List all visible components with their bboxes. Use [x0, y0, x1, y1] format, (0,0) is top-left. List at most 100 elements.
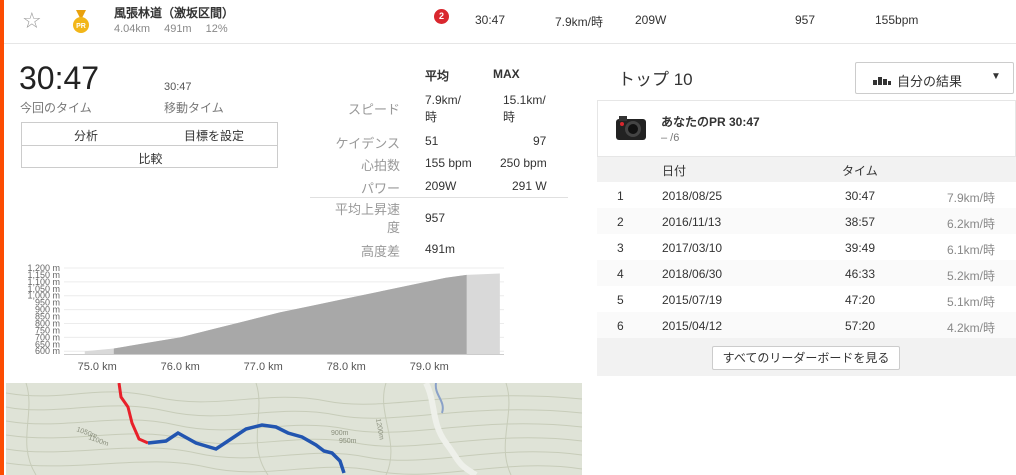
elev-diff-label: 高度差: [360, 244, 400, 259]
leaderboard-rank: 5: [617, 293, 624, 307]
x-tick-label: 75.0 km: [78, 361, 117, 373]
leaderboard-speed: 5.1km/時: [947, 295, 996, 309]
vam-label: 平均上昇速度: [334, 202, 400, 235]
leaderboard-rank: 4: [617, 267, 624, 281]
stats-divider: [310, 197, 568, 198]
leaderboard-date: 2016/11/13: [662, 215, 722, 229]
accent-bar: [0, 0, 4, 475]
leaderboard-row[interactable]: 6 2015/04/12 57:20 4.2km/時: [597, 312, 1016, 338]
y-tick-label-minor: 650 m: [35, 339, 60, 349]
speed-avg: 7.9km/時: [425, 93, 462, 124]
leaderboard-time: 39:49: [845, 241, 876, 255]
segment-elev-gain: 491m: [164, 23, 192, 35]
pr-medal-icon: PR: [73, 10, 89, 33]
x-tick-label: 79.0 km: [410, 361, 449, 373]
leaderboard-row[interactable]: 2 2016/11/13 38:57 6.2km/時: [597, 208, 1016, 234]
heartrate-avg: 155 bpm: [425, 156, 472, 170]
leaderboard-row[interactable]: 1 2018/08/25 30:47 7.9km/時: [597, 182, 1016, 208]
camera-avatar-icon: [616, 116, 646, 140]
power-avg: 209W: [425, 179, 457, 193]
elevation-area-segment: [113, 274, 467, 354]
segment-power: 209W: [635, 13, 667, 27]
leaderboard-time: 38:57: [845, 215, 876, 229]
cadence-avg: 51: [425, 134, 439, 148]
vam-avg: 957: [425, 211, 446, 225]
avg-header: 平均: [425, 69, 450, 83]
segment-meta: 4.04km 491m 12%: [114, 23, 242, 35]
compare-button[interactable]: 比較: [22, 150, 279, 167]
route-map[interactable]: 1050m 1100m 900m 950m 1200m: [6, 383, 582, 475]
x-tick-label: 76.0 km: [161, 361, 200, 373]
leaderboard-speed: 4.2km/時: [947, 321, 996, 335]
results-filter-label: 自分の結果: [897, 74, 963, 89]
y-tick-label-minor: 1,050 m: [27, 284, 60, 294]
chevron-down-icon: ▼: [991, 71, 1001, 82]
segment-heartrate: 155bpm: [875, 13, 919, 27]
action-button-grid: 分析 目標を設定 比較: [21, 122, 278, 168]
moving-label: 移動タイム: [164, 101, 224, 115]
power-label: パワー: [360, 181, 400, 196]
segment-name[interactable]: 風張林道（激坂区間）: [114, 4, 234, 21]
speed-max: 15.1km/時: [503, 93, 546, 124]
leaderboard-date: 2015/04/12: [662, 319, 723, 333]
contour-label-900: 900m: [331, 430, 349, 437]
leaderboard-date: 2017/03/10: [662, 241, 723, 255]
elevation-chart[interactable]: 1,200 m1,100 m1,000 m900 m800 m700 m600 …: [10, 262, 510, 380]
power-max: 291 W: [512, 179, 547, 193]
map-background: [6, 383, 582, 475]
pr-summary: あなたのPR 30:47 – /6: [597, 100, 1016, 157]
leaderboard-row[interactable]: 5 2015/07/19 47:20 5.1km/時: [597, 286, 1016, 312]
time-column-header: タイム: [842, 164, 878, 178]
star-icon[interactable]: ☆: [22, 8, 42, 34]
leaderboard-date: 2018/08/25: [662, 189, 723, 203]
y-tick-label-minor: 750 m: [35, 325, 60, 335]
leaderboard-time: 57:20: [845, 319, 876, 333]
set-goal-button[interactable]: 目標を設定: [150, 127, 278, 144]
y-tick-label-minor: 1,150 m: [27, 270, 60, 280]
leaderboard-rank: 6: [617, 319, 624, 333]
leaderboard-date: 2018/06/30: [662, 267, 723, 281]
leaderboard-time: 47:20: [845, 293, 876, 307]
leaderboard-time: 30:47: [845, 189, 876, 203]
rank-badge: 2: [434, 9, 449, 24]
bar-chart-icon: [873, 77, 891, 85]
cadence-label: ケイデンス: [335, 136, 400, 151]
see-all-leaderboards-button[interactable]: すべてのリーダーボードを見る: [712, 346, 900, 370]
speed-label: スピード: [347, 102, 400, 117]
elapsed-label: 今回のタイム: [20, 101, 92, 115]
segment-row[interactable]: ☆ PR 風張林道（激坂区間） 4.04km 491m 12% 2 30:47 7.…: [4, 0, 1016, 44]
y-tick-label-minor: 850 m: [35, 312, 60, 322]
segment-grade: 12%: [205, 23, 228, 35]
pr-subtitle: – /6: [661, 132, 680, 144]
leaderboard-speed: 5.2km/時: [947, 269, 996, 283]
leaderboard-title: トップ 10: [618, 70, 693, 89]
segment-speed: 7.9km/時: [555, 15, 604, 29]
leaderboard-speed: 6.2km/時: [947, 217, 996, 231]
pr-title: あなたのPR 30:47: [661, 115, 760, 129]
x-tick-label: 77.0 km: [244, 361, 283, 373]
segment-distance: 4.04km: [114, 23, 151, 35]
button-divider: [22, 145, 277, 146]
analysis-button[interactable]: 分析: [22, 127, 150, 144]
moving-time: 30:47: [164, 81, 192, 93]
leaderboard-time: 46:33: [845, 267, 876, 281]
leaderboard-panel: あなたのPR 30:47 – /6 日付 タイム 1 2018/08/25 30:4…: [597, 100, 1016, 376]
max-header: MAX: [493, 67, 520, 81]
pr-badge-text: PR: [76, 23, 86, 30]
leaderboard-date: 2015/07/19: [662, 293, 723, 307]
leaderboard-rank: 1: [617, 189, 624, 203]
heartrate-max: 250 bpm: [500, 156, 547, 170]
segment-time: 30:47: [475, 13, 506, 27]
results-filter-dropdown[interactable]: 自分の結果 ▼: [855, 62, 1014, 94]
leaderboard-row[interactable]: 4 2018/06/30 46:33 5.2km/時: [597, 260, 1016, 286]
y-tick-label-minor: 950 m: [35, 298, 60, 308]
leaderboard-speed: 6.1km/時: [947, 243, 996, 257]
segment-cadence: 957: [795, 13, 816, 27]
elapsed-time: 30:47: [19, 60, 100, 96]
contour-label-950: 950m: [339, 438, 357, 445]
leaderboard-speed: 7.9km/時: [947, 191, 996, 205]
cadence-max: 97: [533, 134, 547, 148]
x-tick-label: 78.0 km: [327, 361, 366, 373]
leaderboard-rank: 3: [617, 241, 624, 255]
leaderboard-row[interactable]: 3 2017/03/10 39:49 6.1km/時: [597, 234, 1016, 260]
